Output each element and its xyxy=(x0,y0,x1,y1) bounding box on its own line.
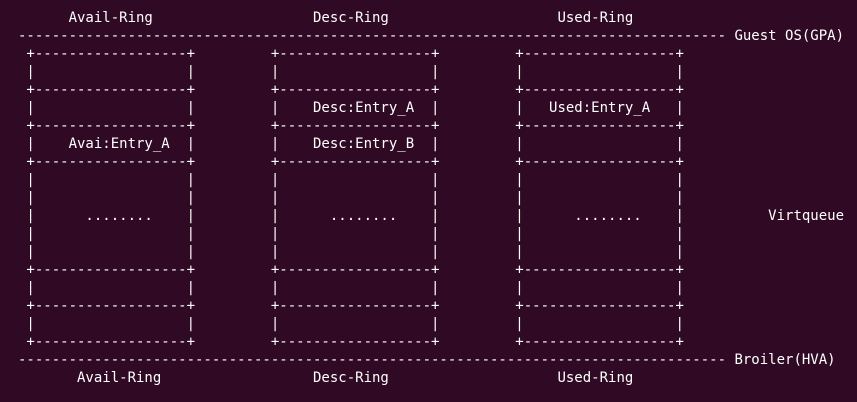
header-ring-labels: Avail-Ring Desc-Ring Used-Ring xyxy=(18,10,634,26)
ring-entry-row: | | | | | | xyxy=(18,244,684,260)
broiler-separator: ----------------------------------------… xyxy=(18,352,836,368)
ring-entry-row: | | | | | | xyxy=(18,226,684,242)
ring-entry-row: | | | | | | xyxy=(18,64,684,80)
ring-border-row: +------------------+ +------------------… xyxy=(18,82,684,98)
footer-ring-labels: Avail-Ring Desc-Ring Used-Ring xyxy=(18,370,634,386)
ring-border-row: +------------------+ +------------------… xyxy=(18,298,684,314)
ring-entry-row: | | | | | | xyxy=(18,172,684,188)
ring-border-row: +------------------+ +------------------… xyxy=(18,118,684,134)
ring-entry-row: | | | | | | xyxy=(18,280,684,296)
ring-border-row: +------------------+ +------------------… xyxy=(18,46,684,62)
terminal-window[interactable]: Avail-Ring Desc-Ring Used-Ring ---------… xyxy=(0,0,857,402)
ring-entry-row: | | | Desc:Entry_A | | Used:Entry_A | xyxy=(18,100,684,116)
guest-os-separator: ----------------------------------------… xyxy=(18,28,845,44)
ring-entry-row: | | | | | | xyxy=(18,316,684,332)
ring-entry-row: | Avai:Entry_A | | Desc:Entry_B | | | xyxy=(18,136,684,152)
ring-border-row: +------------------+ +------------------… xyxy=(18,334,684,350)
ring-entry-row: | | | | | | xyxy=(18,190,684,206)
ring-ellipsis-row: | ........ | | ........ | | ........ | V… xyxy=(18,208,845,224)
ring-border-row: +------------------+ +------------------… xyxy=(18,154,684,170)
ring-border-row: +------------------+ +------------------… xyxy=(18,262,684,278)
